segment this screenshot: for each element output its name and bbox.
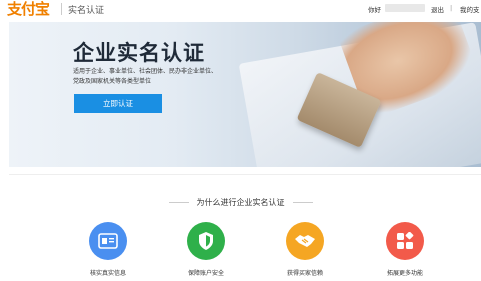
banner-desc-line1: 适用于企业、事业单位、社会团体、民办非企业单位、	[73, 68, 218, 75]
section-title-text: 为什么进行企业实名认证	[196, 198, 285, 207]
banner-title: 企业实名认证	[73, 41, 205, 65]
feature-account-security: 保障账户安全	[171, 222, 241, 277]
top-header: 支付宝 实名认证 你好 退出 | 我的支	[0, 0, 481, 20]
feature-label: 拓展更多功能	[386, 270, 423, 277]
section-title: 为什么进行企业实名认证	[0, 197, 481, 208]
feature-buyer-trust: 获得买家信赖	[270, 222, 340, 277]
my-account-link[interactable]: 我的支	[460, 4, 480, 14]
greeting-text: 你好	[368, 6, 381, 14]
handshake-icon	[286, 222, 324, 260]
grid-icon	[386, 222, 424, 260]
section-divider	[9, 174, 481, 175]
logout-link[interactable]: 退出	[431, 4, 444, 14]
feature-verify-info: 核实真实信息	[73, 222, 143, 277]
username-redacted	[385, 4, 425, 12]
banner-description: 适用于企业、事业单位、社会团体、民办非企业单位、 党政及国家机关等各类型单位	[73, 67, 217, 87]
feature-label: 保障账户安全	[187, 270, 224, 277]
logo-divider	[61, 3, 62, 15]
feature-label: 核实真实信息	[89, 270, 126, 277]
shield-icon	[187, 222, 225, 260]
certify-now-button[interactable]: 立即认证	[74, 94, 162, 113]
feature-more-functions: 拓展更多功能	[370, 222, 440, 277]
feature-label: 获得买家信赖	[286, 270, 323, 277]
id-card-icon	[89, 222, 127, 260]
header-separator: |	[450, 4, 453, 12]
alipay-logo[interactable]: 支付宝	[7, 0, 50, 19]
page-title: 实名认证	[68, 6, 105, 16]
banner-desc-line2: 党政及国家机关等各类型单位	[73, 78, 152, 85]
